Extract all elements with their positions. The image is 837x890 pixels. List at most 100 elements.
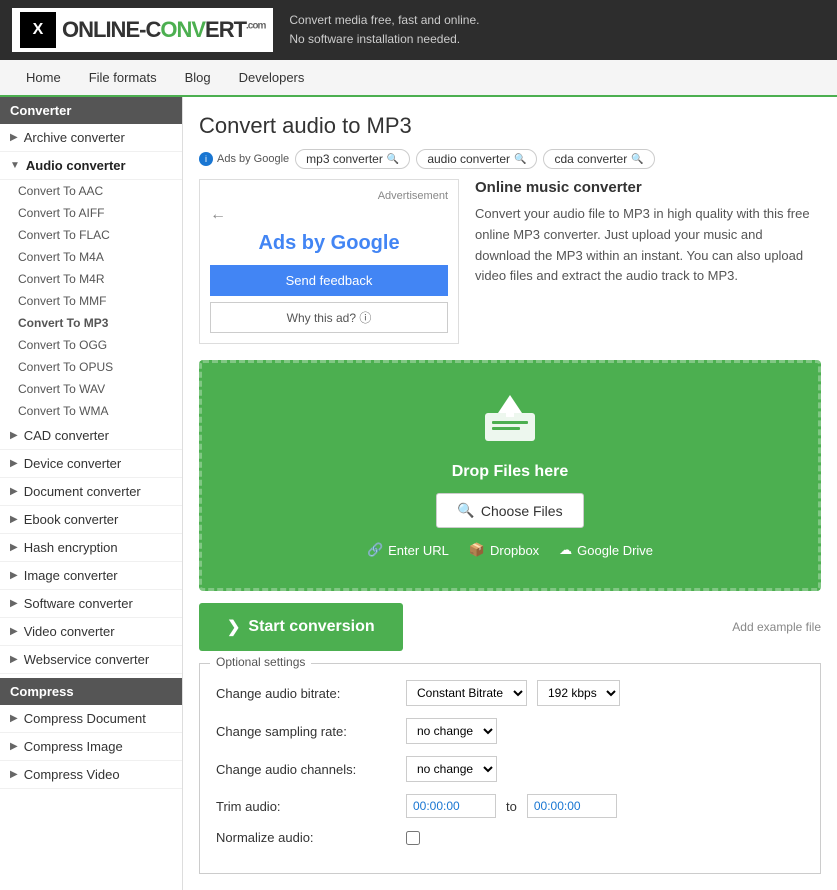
sidebar-item-cad-converter[interactable]: ▶ CAD converter [0,422,182,450]
sidebar: Converter ▶ Archive converter ▼ Audio co… [0,97,183,890]
sidebar-item-archive-converter[interactable]: ▶ Archive converter [0,124,182,152]
ads-google-text: Ads by Google [210,232,448,255]
trim-label: Trim audio: [216,799,396,814]
arrow-icon: ▶ [10,769,18,780]
sidebar-sub-m4a[interactable]: Convert To M4A [0,246,182,268]
sidebar-item-device-converter[interactable]: ▶ Device converter [0,450,182,478]
sidebar-section-compress: Compress [0,678,182,705]
send-feedback-button[interactable]: Send feedback [210,265,448,296]
add-example-link[interactable]: Add example file [732,620,821,634]
header: X ONLINE-CONVERT.com Convert media free,… [0,0,837,60]
bitrate-value-select[interactable]: 64 kbps 96 kbps 128 kbps 192 kbps 256 kb… [537,680,620,706]
link-icon: 🔗 [367,542,383,558]
arrow-icon: ▶ [10,542,18,553]
enter-url-link[interactable]: 🔗 Enter URL [367,542,449,558]
description-box: Online music converter Convert your audi… [475,179,821,344]
tag-search-icon: 🔍 [387,154,399,165]
sidebar-sub-mmf[interactable]: Convert To MMF [0,290,182,312]
drop-zone[interactable]: Drop Files here 🔍 Choose Files 🔗 Enter U… [199,360,821,591]
tag-audio[interactable]: audio converter 🔍 [416,149,537,169]
optional-settings: Optional settings Change audio bitrate: … [199,663,821,874]
sidebar-item-compress-image[interactable]: ▶ Compress Image [0,733,182,761]
sidebar-sub-wma[interactable]: Convert To WMA [0,400,182,422]
ad-desc-row: Advertisement ← Ads by Google Send feedb… [199,179,821,344]
main-nav: Home File formats Blog Developers [0,60,837,97]
back-arrow-icon[interactable]: ← [210,206,448,224]
choose-files-button[interactable]: 🔍 Choose Files [436,493,583,528]
setting-row-bitrate: Change audio bitrate: Constant Bitrate V… [216,680,804,706]
nav-file-formats[interactable]: File formats [75,60,171,95]
tags-bar: i Ads by Google mp3 converter 🔍 audio co… [199,149,821,169]
sidebar-sub-ogg[interactable]: Convert To OGG [0,334,182,356]
arrow-icon: ▶ [10,132,18,143]
nav-home[interactable]: Home [12,60,75,95]
page-title: Convert audio to MP3 [199,113,821,139]
layout: Converter ▶ Archive converter ▼ Audio co… [0,97,837,890]
chevron-right-icon: ❯ [227,617,240,637]
upload-icon [222,393,798,455]
normalize-label: Normalize audio: [216,830,396,845]
sidebar-item-webservice-converter[interactable]: ▶ Webservice converter [0,646,182,674]
sidebar-item-compress-video[interactable]: ▶ Compress Video [0,761,182,789]
sidebar-sub-aiff[interactable]: Convert To AIFF [0,202,182,224]
arrow-icon: ▶ [10,514,18,525]
sidebar-item-software-converter[interactable]: ▶ Software converter [0,590,182,618]
arrow-icon: ▶ [10,570,18,581]
channels-select[interactable]: no change 1 (Mono) 2 (Stereo) [406,756,497,782]
logo-text: ONLINE-CONVERT.com [62,17,265,43]
setting-row-trim: Trim audio: to [216,794,804,818]
sidebar-item-hash-encryption[interactable]: ▶ Hash encryption [0,534,182,562]
tag-search-icon: 🔍 [631,154,643,165]
search-icon: 🔍 [457,502,474,519]
logo: X ONLINE-CONVERT.com [12,8,273,52]
dropbox-link[interactable]: 📦 Dropbox [469,542,539,558]
nav-developers[interactable]: Developers [225,60,319,95]
arrow-icon: ▶ [10,626,18,637]
sidebar-sub-opus[interactable]: Convert To OPUS [0,356,182,378]
sidebar-item-video-converter[interactable]: ▶ Video converter [0,618,182,646]
ads-label: i Ads by Google [199,152,289,166]
advertisement-label: Advertisement [210,190,448,202]
dropbox-icon: 📦 [469,542,485,558]
google-drive-link[interactable]: ☁ Google Drive [559,542,653,558]
arrow-icon: ▶ [10,486,18,497]
tag-search-icon: 🔍 [514,154,526,165]
optional-settings-legend: Optional settings [210,655,311,669]
why-ad-button[interactable]: Why this ad? ⓘ [210,302,448,333]
header-tagline: Convert media free, fast and online. No … [289,11,479,49]
arrow-icon: ▶ [10,713,18,724]
description-text: Convert your audio file to MP3 in high q… [475,204,821,287]
normalize-checkbox[interactable] [406,831,420,845]
conversion-row: ❯ Start conversion Add example file [199,603,821,651]
sidebar-sub-flac[interactable]: Convert To FLAC [0,224,182,246]
sampling-label: Change sampling rate: [216,724,396,739]
start-conversion-button[interactable]: ❯ Start conversion [199,603,403,651]
nav-blog[interactable]: Blog [171,60,225,95]
ad-box: Advertisement ← Ads by Google Send feedb… [199,179,459,344]
arrow-icon: ▶ [10,598,18,609]
drop-text: Drop Files here [222,463,798,481]
setting-row-normalize: Normalize audio: [216,830,804,845]
sidebar-sub-m4r[interactable]: Convert To M4R [0,268,182,290]
arrow-icon: ▶ [10,741,18,752]
sidebar-item-image-converter[interactable]: ▶ Image converter [0,562,182,590]
bitrate-type-select[interactable]: Constant Bitrate Variable Bitrate [406,680,527,706]
logo-com: .com [246,21,265,32]
trim-to-input[interactable] [527,794,617,818]
description-title: Online music converter [475,179,821,196]
sidebar-item-document-converter[interactable]: ▶ Document converter [0,478,182,506]
sidebar-sub-aac[interactable]: Convert To AAC [0,180,182,202]
sampling-select[interactable]: no change 8000 Hz 22050 Hz 44100 Hz 4800… [406,718,497,744]
sidebar-item-audio-converter[interactable]: ▼ Audio converter [0,152,182,180]
arrow-down-icon: ▼ [10,160,20,171]
sidebar-sub-mp3[interactable]: Convert To MP3 [0,312,182,334]
trim-from-input[interactable] [406,794,496,818]
channels-label: Change audio channels: [216,762,396,777]
tag-cda[interactable]: cda converter 🔍 [543,149,654,169]
tag-mp3[interactable]: mp3 converter 🔍 [295,149,410,169]
sidebar-item-ebook-converter[interactable]: ▶ Ebook converter [0,506,182,534]
sidebar-sub-wav[interactable]: Convert To WAV [0,378,182,400]
sidebar-item-compress-document[interactable]: ▶ Compress Document [0,705,182,733]
setting-row-channels: Change audio channels: no change 1 (Mono… [216,756,804,782]
setting-row-sampling: Change sampling rate: no change 8000 Hz … [216,718,804,744]
